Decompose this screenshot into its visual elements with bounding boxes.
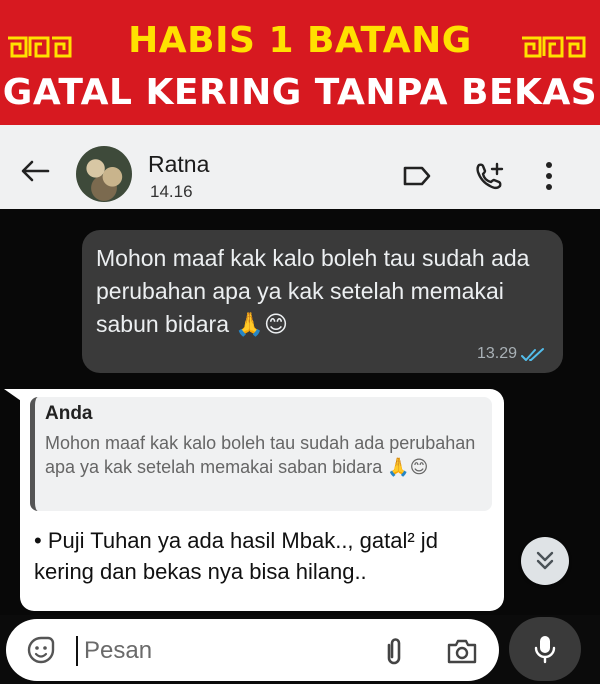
banner-headline: HABIS 1 BATANG xyxy=(128,20,472,61)
voice-record-button[interactable] xyxy=(509,617,581,681)
add-call-icon[interactable] xyxy=(474,161,506,191)
message-text: • Puji Tuhan ya ada hasil Mbak.., gatal²… xyxy=(34,528,438,584)
camera-icon[interactable] xyxy=(446,637,478,665)
chat-area[interactable]: Mohon maaf kak kalo boleh tau sudah ada … xyxy=(0,209,600,615)
outgoing-message-bubble[interactable]: Mohon maaf kak kalo boleh tau sudah ada … xyxy=(82,230,563,373)
quoted-author: Anda xyxy=(45,403,93,424)
banner-subheadline: GATAL KERING TANPA BEKAS xyxy=(2,72,598,113)
back-arrow-icon[interactable] xyxy=(20,159,50,183)
double-chevron-down-icon xyxy=(536,551,554,570)
attach-icon[interactable] xyxy=(380,636,408,666)
more-vert-icon[interactable] xyxy=(544,161,554,191)
chinese-ornament-icon xyxy=(522,36,586,58)
incoming-message-bubble[interactable]: Anda Mohon maaf kak kalo boleh tau sudah… xyxy=(20,389,504,611)
double-check-icon xyxy=(521,348,544,361)
message-time: 13.29 xyxy=(476,345,517,362)
text-cursor xyxy=(76,636,78,666)
label-icon[interactable] xyxy=(402,165,432,187)
promo-banner: HABIS 1 BATANG GATAL KERING TANPA BEKAS xyxy=(0,0,600,125)
emoji-icon[interactable] xyxy=(26,635,56,665)
message-text: Mohon maaf kak kalo boleh tau sudah ada … xyxy=(96,245,530,337)
contact-last-seen: 14.16 xyxy=(150,182,193,201)
scroll-to-bottom-button[interactable] xyxy=(521,537,569,585)
mic-icon xyxy=(534,636,556,664)
message-placeholder[interactable]: Pesan xyxy=(84,637,152,665)
avatar[interactable] xyxy=(76,146,132,202)
contact-name[interactable]: Ratna xyxy=(148,151,209,178)
quoted-message[interactable]: Anda Mohon maaf kak kalo boleh tau sudah… xyxy=(30,397,492,511)
chat-header: Ratna 14.16 xyxy=(0,125,600,209)
message-input[interactable]: Pesan xyxy=(6,619,499,681)
quoted-text: Mohon maaf kak kalo boleh tau sudah ada … xyxy=(45,433,476,477)
